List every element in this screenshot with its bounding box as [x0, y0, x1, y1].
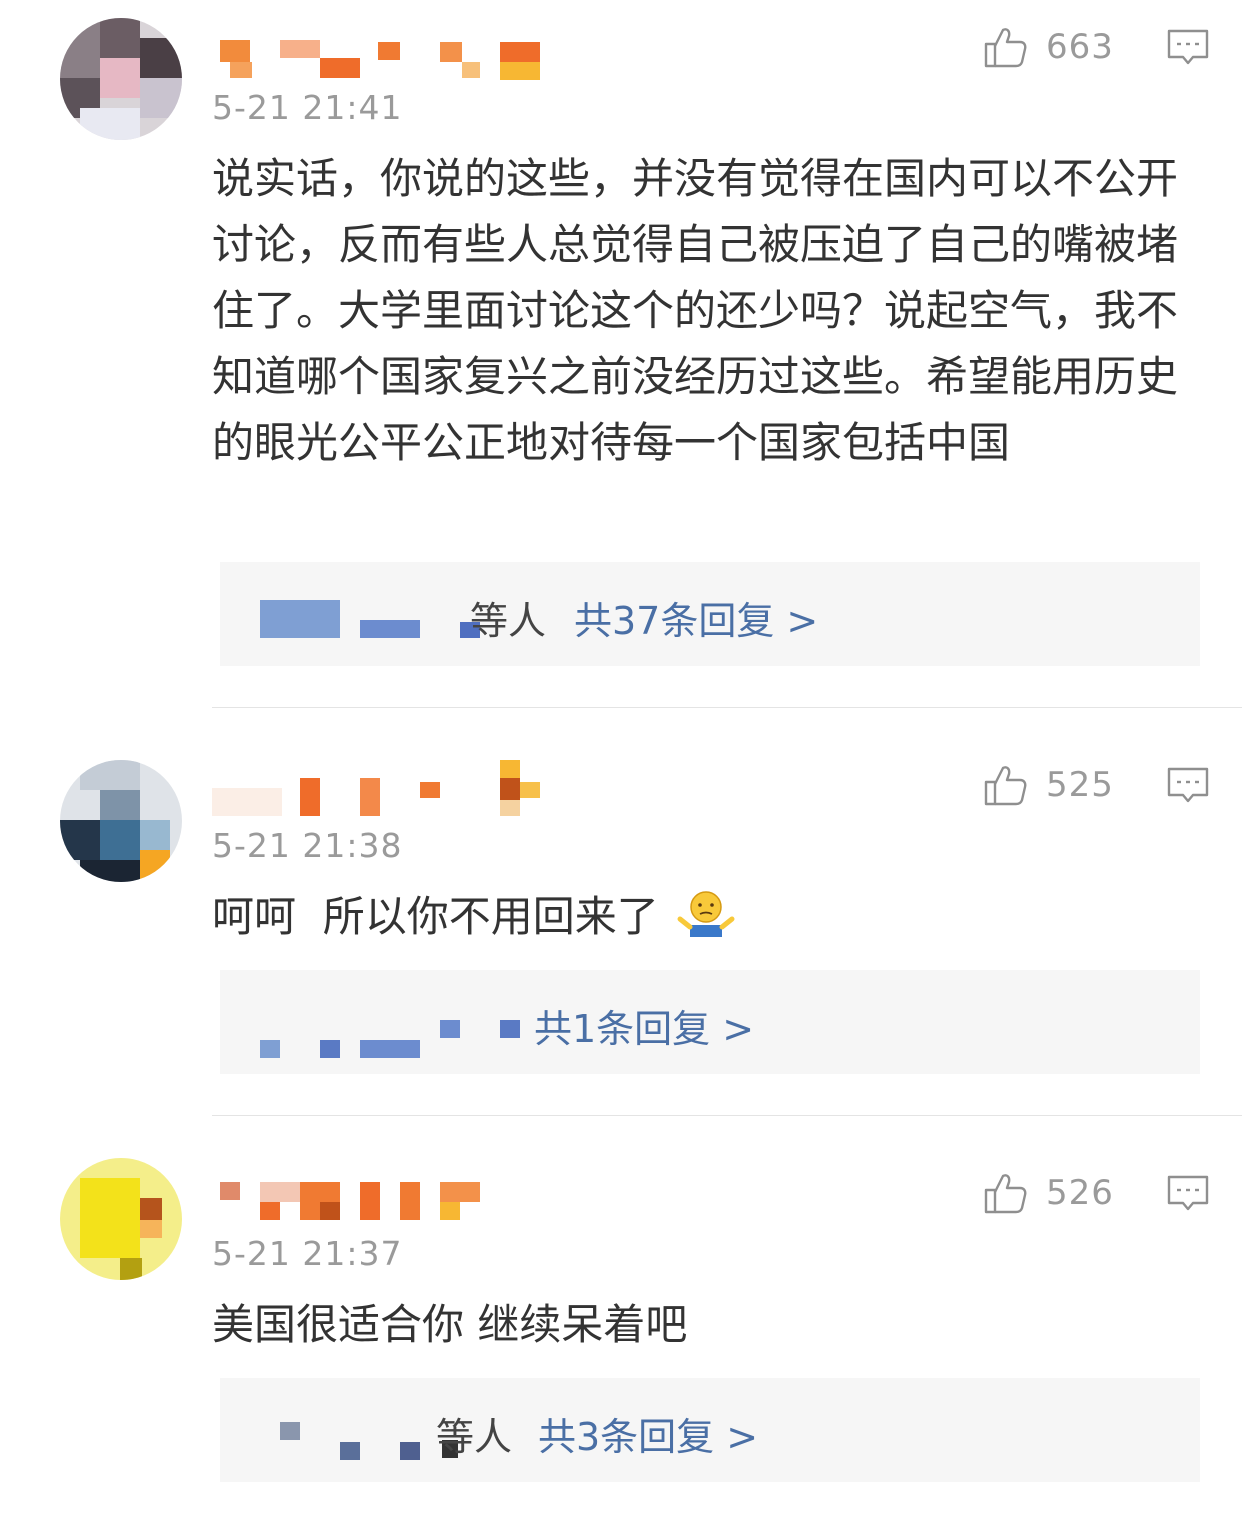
reply-count-link[interactable]: 共3条回复 > — [538, 1406, 758, 1461]
comment-text-content: 呵呵 所以你不用回来了 — [212, 892, 659, 941]
comment-time: 5-21 21:37 — [212, 1234, 403, 1273]
thumbs-up-icon — [984, 28, 1027, 68]
comment-text: 美国很适合你 继续呆着吧 — [212, 1300, 688, 1349]
reply-usernames-redacted — [260, 1040, 280, 1058]
like-button[interactable]: 663 — [982, 22, 1132, 72]
reply-summary[interactable]: 共1条回复 > — [220, 970, 1200, 1074]
comment-item: 5-21 21:37 526 美国很适合你 继续呆着吧 等人 共3条回复 > — [0, 1116, 1242, 1515]
comment-text: 说实话，你说的这些，并没有觉得在国内可以不公开讨论，反而有些人总觉得自己被压迫了… — [212, 154, 1179, 467]
like-count: 525 — [1046, 765, 1114, 805]
username-redacted[interactable] — [212, 38, 552, 84]
thumbs-up-icon — [984, 1174, 1027, 1214]
reply-summary[interactable]: 等人 共3条回复 > — [220, 1378, 1200, 1482]
avatar[interactable] — [60, 1158, 182, 1280]
reply-count-link[interactable]: 共37条回复 > — [574, 590, 818, 645]
comment-time: 5-21 21:41 — [212, 88, 403, 127]
shrug-emoji-icon — [677, 891, 735, 937]
comment-bubble-icon[interactable] — [1166, 26, 1210, 70]
avatar[interactable] — [60, 18, 182, 140]
like-button[interactable]: 526 — [982, 1168, 1132, 1218]
like-count: 526 — [1046, 1173, 1114, 1213]
reply-usernames-redacted — [260, 600, 340, 638]
comment-bubble-icon[interactable] — [1166, 764, 1210, 808]
comment-item: 5-21 21:41 663 说实话，你说的这些，并没有觉得在国内可以不公开讨论… — [0, 0, 1242, 708]
comment-text: 呵呵 所以你不用回来了 — [212, 884, 1207, 950]
reply-count-link[interactable]: 共1条回复 > — [534, 998, 754, 1053]
avatar[interactable] — [60, 760, 182, 882]
thumbs-up-icon — [984, 766, 1027, 806]
reply-suffix: 等人 — [436, 1415, 513, 1459]
username-redacted[interactable] — [212, 760, 552, 816]
reply-suffix: 等人 — [470, 599, 547, 643]
comment-time: 5-21 21:38 — [212, 826, 403, 865]
username-redacted[interactable] — [212, 1178, 552, 1224]
reply-usernames-redacted — [280, 1422, 300, 1440]
like-button[interactable]: 525 — [982, 760, 1132, 810]
reply-summary[interactable]: 等人 共37条回复 > — [220, 562, 1200, 666]
like-count: 663 — [1046, 27, 1114, 67]
comment-bubble-icon[interactable] — [1166, 1172, 1210, 1216]
comment-item: 5-21 21:38 525 呵呵 所以你不用回来了 共1条回复 > — [0, 708, 1242, 1116]
